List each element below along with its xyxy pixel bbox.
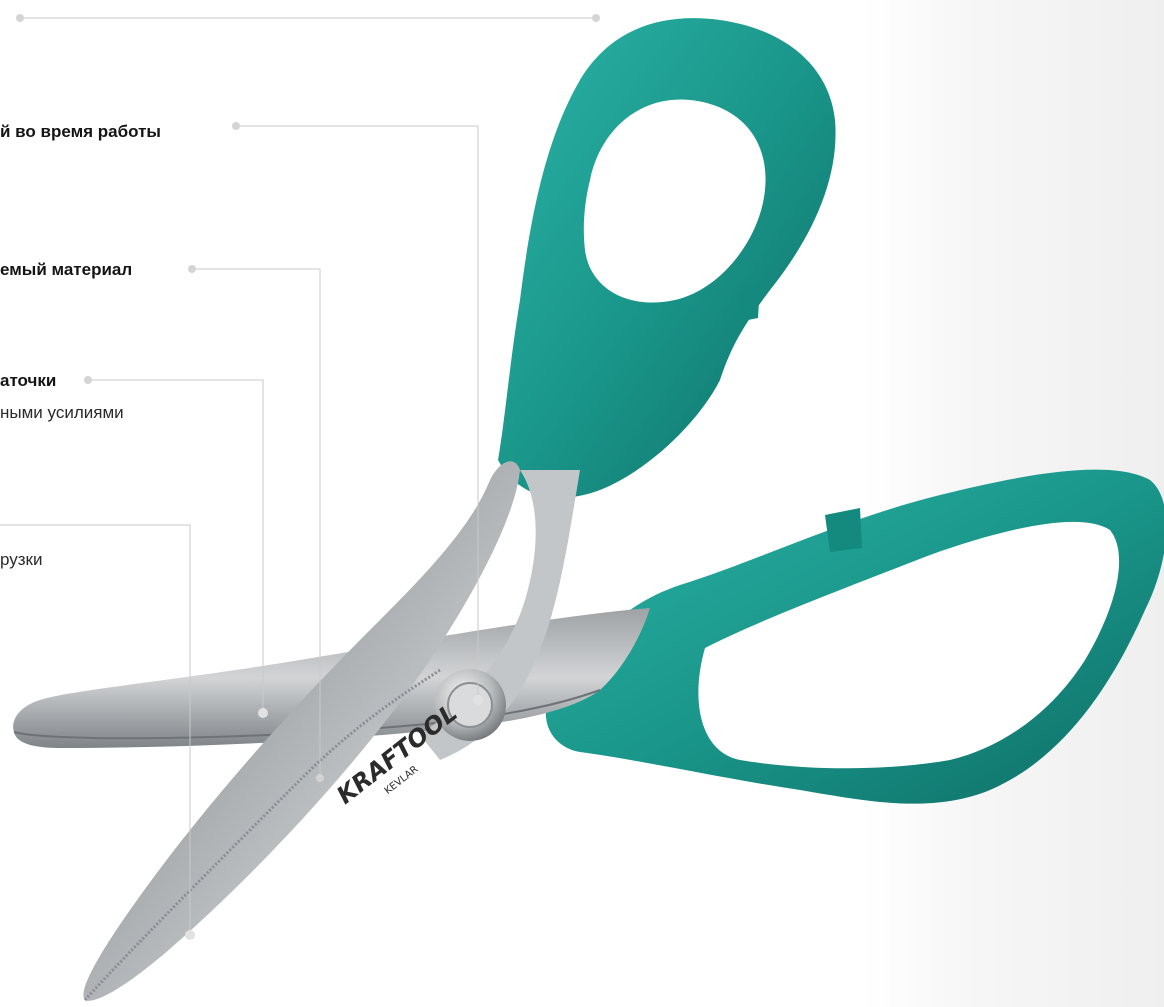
dot-ergonomic-end (473, 695, 483, 705)
leader-line-sharpening (88, 379, 264, 713)
dot-sharpening-start (84, 376, 92, 384)
feature-sharpening-title: аточки (0, 371, 57, 390)
dot-top-end (592, 14, 600, 22)
lower-handle (545, 469, 1164, 804)
feature-material-title: емый материал (0, 260, 133, 279)
product-feature-infographic: й во время работы емый материал аточки н… (0, 0, 1164, 1007)
upper-handle (498, 18, 836, 498)
dot-material-start (188, 265, 196, 273)
dot-ergonomic-start (232, 122, 240, 130)
dot-load-end (185, 930, 195, 940)
feature-ergonomic-title: й во время работы (0, 122, 161, 141)
feature-sharpening-desc: ными усилиями (0, 403, 124, 422)
dot-top-start (16, 14, 24, 22)
dot-material-end (316, 774, 324, 782)
feature-load-desc: рузки (0, 550, 43, 569)
dot-sharpening-end (258, 708, 268, 718)
scissors-illustration: KRAFTOOL KEVLAR (0, 14, 1164, 1002)
